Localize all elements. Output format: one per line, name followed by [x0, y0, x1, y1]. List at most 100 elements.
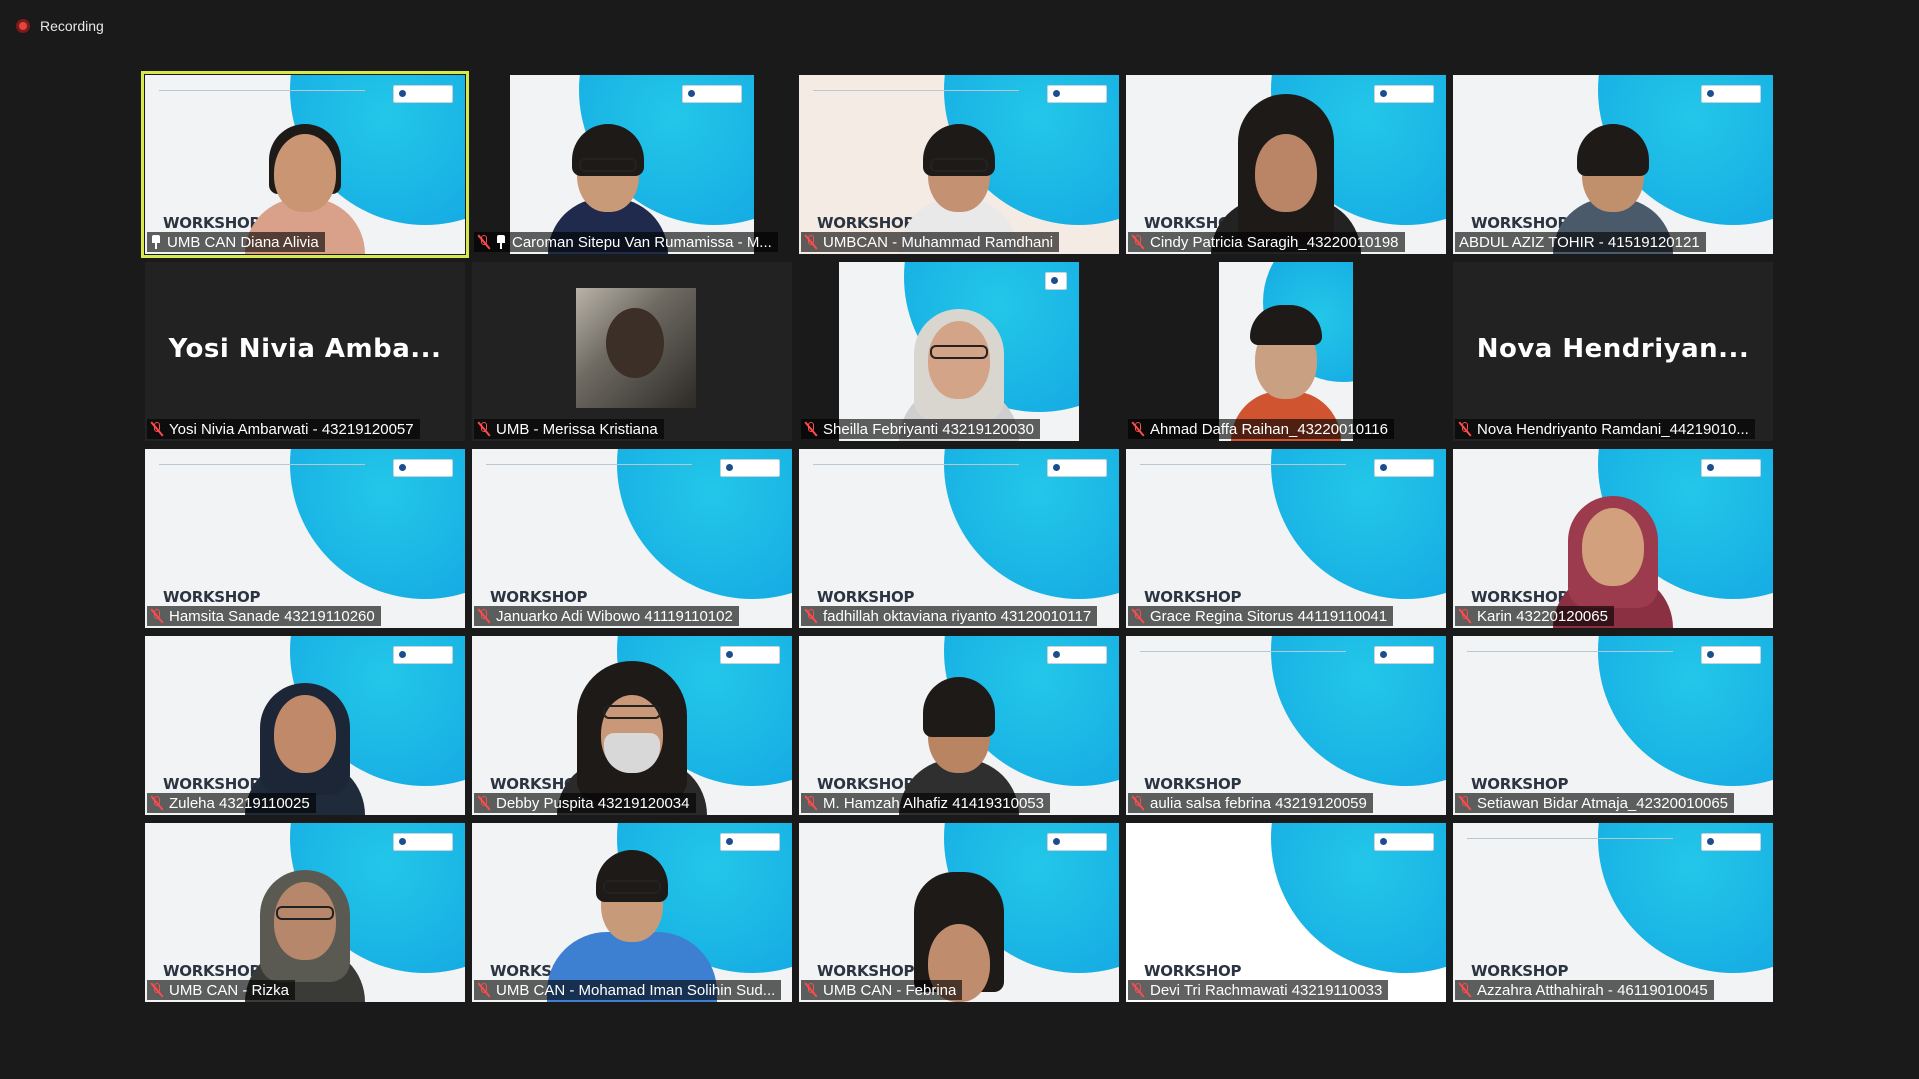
mic-muted-icon: [805, 422, 817, 436]
participant-name-label: UMB - Merissa Kristiana: [474, 419, 664, 439]
participant-name-label: Nova Hendriyanto Ramdani_44219010...: [1455, 419, 1755, 439]
mic-muted-icon: [151, 422, 163, 436]
recording-indicator[interactable]: Recording: [16, 16, 104, 36]
participant-tile[interactable]: WORKSHOP Cindy Patricia Saragih_43220010…: [1126, 75, 1446, 254]
mic-muted-icon: [1132, 235, 1144, 249]
participant-tile[interactable]: UMB - Merissa Kristiana: [472, 262, 792, 441]
mic-muted-icon: [151, 983, 163, 997]
participant-name-label: Cindy Patricia Saragih_43220010198: [1128, 232, 1405, 252]
participant-tile[interactable]: WORKSHOP UMB CAN - Mohamad Iman Solihin …: [472, 823, 792, 1002]
slide-logo: [682, 85, 742, 103]
participant-name-label: Caroman Sitepu Van Rumamissa - M...: [474, 232, 778, 252]
participant-tile[interactable]: WORKSHOP UMB CAN Diana Alivia: [141, 71, 469, 258]
participant-tile[interactable]: Ahmad Daffa Raihan_43220010116: [1126, 262, 1446, 441]
participant-tile[interactable]: WORKSHOP aulia salsa febrina 43219120059: [1126, 636, 1446, 815]
participant-tile[interactable]: WORKSHOP Hamsita Sanade 43219110260: [145, 449, 465, 628]
slide-logo: [1047, 459, 1107, 477]
participant-name-label: UMB CAN Diana Alivia: [147, 232, 325, 252]
participant-name-label: M. Hamzah Alhafiz 41419310053: [801, 793, 1050, 813]
slide-watermark: WORKSHOP: [1144, 775, 1242, 793]
participant-tile[interactable]: WORKSHOP Setiawan Bidar Atmaja_423200100…: [1453, 636, 1773, 815]
participant-tile[interactable]: WORKSHOP Zuleha 43219110025: [145, 636, 465, 815]
participant-video: [899, 281, 1019, 441]
participant-name-label: Yosi Nivia Ambarwati - 43219120057: [147, 419, 420, 439]
mic-muted-icon: [1459, 422, 1471, 436]
mic-muted-icon: [805, 235, 817, 249]
participant-name-label: Azzahra Atthahirah - 46119010045: [1455, 980, 1714, 1000]
slide-logo: [1701, 833, 1761, 851]
mic-muted-icon: [805, 609, 817, 623]
mic-muted-icon: [1132, 983, 1144, 997]
participant-tile[interactable]: WORKSHOP M. Hamzah Alhafiz 41419310053: [799, 636, 1119, 815]
slide-logo: [720, 833, 780, 851]
participant-tile[interactable]: WORKSHOP UMB CAN - Rizka: [145, 823, 465, 1002]
participant-name-label: Setiawan Bidar Atmaja_42320010065: [1455, 793, 1735, 813]
slide-watermark: WORKSHOP: [1471, 775, 1569, 793]
mic-muted-icon: [1459, 796, 1471, 810]
slide-logo: [393, 833, 453, 851]
participant-tile[interactable]: Caroman Sitepu Van Rumamissa - M...: [472, 75, 792, 254]
participant-video: [899, 842, 1019, 1002]
participant-video: [1231, 281, 1341, 441]
participant-video: [547, 842, 717, 1002]
slide-watermark: WORKSHOP: [163, 588, 261, 606]
participant-tile[interactable]: WORKSHOP UMB CAN - Febrina: [799, 823, 1119, 1002]
participant-name-label: Debby Puspita 43219120034: [474, 793, 696, 813]
participant-video: [1553, 94, 1673, 254]
slide-logo: [393, 85, 453, 103]
participant-tile[interactable]: WORKSHOP Grace Regina Sitorus 4411911004…: [1126, 449, 1446, 628]
participant-name-label: Karin 43220120065: [1455, 606, 1614, 626]
pin-icon: [151, 235, 161, 249]
participant-name-label: Sheilla Febriyanti 43219120030: [801, 419, 1040, 439]
participant-name-label: Januarko Adi Wibowo 41119110102: [474, 606, 739, 626]
participant-tile[interactable]: WORKSHOP fadhillah oktaviana riyanto 431…: [799, 449, 1119, 628]
participant-name-label: Hamsita Sanade 43219110260: [147, 606, 381, 626]
mic-muted-icon: [478, 796, 490, 810]
slide-watermark: WORKSHOP: [1471, 962, 1569, 980]
mic-muted-icon: [1459, 609, 1471, 623]
participant-name-label: UMB CAN - Rizka: [147, 980, 296, 1000]
slide-watermark: WORKSHOP: [490, 588, 588, 606]
slide-logo: [393, 646, 453, 664]
slide-logo: [720, 646, 780, 664]
slide-logo: [1374, 85, 1434, 103]
participant-tile[interactable]: WORKSHOP UMBCAN - Muhammad Ramdhani: [799, 75, 1119, 254]
slide-logo: [1701, 646, 1761, 664]
slide-watermark: WORKSHOP: [1144, 588, 1242, 606]
mic-muted-icon: [1132, 422, 1144, 436]
participant-name-label: ABDUL AZIZ TOHIR - 41519120121: [1455, 232, 1706, 252]
slide-logo: [1047, 833, 1107, 851]
slide-logo: [1374, 833, 1434, 851]
mic-muted-icon: [478, 983, 490, 997]
slide-logo: [1047, 646, 1107, 664]
slide-logo: [720, 459, 780, 477]
gallery-grid: WORKSHOP UMB CAN Diana Alivia Caroman Si…: [141, 71, 1773, 1002]
participant-name-label: Grace Regina Sitorus 44119110041: [1128, 606, 1394, 626]
pin-icon: [496, 235, 506, 249]
participant-name-label: UMBCAN - Muhammad Ramdhani: [801, 232, 1060, 252]
participant-tile[interactable]: WORKSHOP Devi Tri Rachmawati 43219110033: [1126, 823, 1446, 1002]
participant-video: [245, 842, 365, 1002]
participant-tile[interactable]: Sheilla Febriyanti 43219120030: [799, 262, 1119, 441]
recording-label: Recording: [40, 18, 104, 34]
slide-watermark: WORKSHOP: [817, 588, 915, 606]
slide-logo: [1374, 459, 1434, 477]
slide-logo: [1045, 272, 1067, 290]
mic-muted-icon: [805, 796, 817, 810]
slide-logo: [1701, 459, 1761, 477]
participant-tile[interactable]: WORKSHOP Debby Puspita 43219120034: [472, 636, 792, 815]
participant-tile[interactable]: WORKSHOP Januarko Adi Wibowo 41119110102: [472, 449, 792, 628]
participant-tile[interactable]: WORKSHOP Karin 43220120065: [1453, 449, 1773, 628]
participant-video: [899, 94, 1019, 254]
participant-video: [245, 655, 365, 815]
mic-muted-icon: [1132, 609, 1144, 623]
participant-display-name: Nova Hendriyan...: [1476, 334, 1750, 364]
participant-tile[interactable]: Nova Hendriyan... Nova Hendriyanto Ramda…: [1453, 262, 1773, 441]
participant-name-label: Zuleha 43219110025: [147, 793, 316, 813]
participant-name-label: aulia salsa febrina 43219120059: [1128, 793, 1373, 813]
participant-display-name: Yosi Nivia Amba...: [168, 334, 442, 364]
participant-video: [1211, 94, 1361, 254]
participant-tile[interactable]: WORKSHOP ABDUL AZIZ TOHIR - 41519120121: [1453, 75, 1773, 254]
participant-tile[interactable]: Yosi Nivia Amba... Yosi Nivia Ambarwati …: [145, 262, 465, 441]
participant-tile[interactable]: WORKSHOP Azzahra Atthahirah - 4611901004…: [1453, 823, 1773, 1002]
